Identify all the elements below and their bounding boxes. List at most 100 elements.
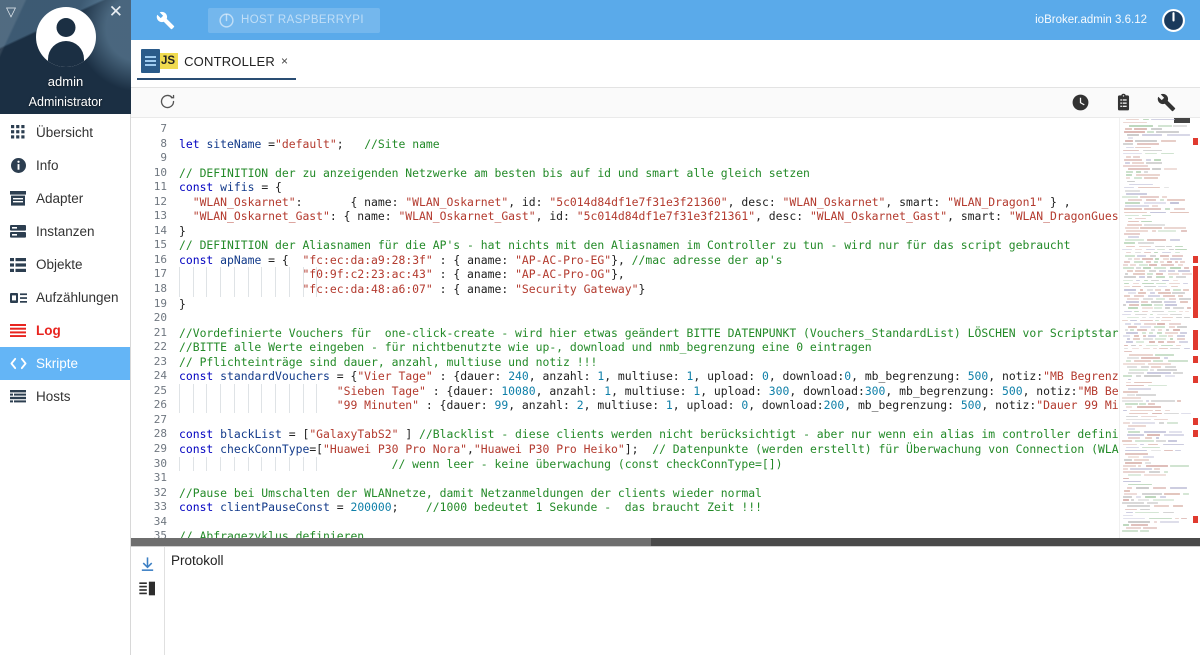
tab-controller[interactable]: JS CONTROLLER × [137, 44, 296, 80]
tab-close-icon[interactable]: × [281, 54, 288, 68]
code-line[interactable]: 15 // DEFINITION der Aliasnamen für die A… [131, 238, 1119, 253]
code-line[interactable]: 32 //Pause bei Umschalten der WLANnetze, … [131, 486, 1119, 501]
code-line[interactable]: 29 const checkConnType=["Huawei P30 Pro N… [131, 442, 1119, 457]
code-text: //BITTE alle Werte eingeben - für nichtb… [179, 340, 872, 355]
code-line[interactable]: 33 const clientPauseConst = 200000; //100… [131, 500, 1119, 515]
sidebar-item-instanzen[interactable]: Instanzen [0, 215, 130, 248]
iobroker-admin-window: ▽ ✕ admin Administrator Übersicht Info Ada… [0, 0, 1200, 655]
code-line[interactable]: 16 const apName = { "fc:ec:da:a9:28:3f" :… [131, 253, 1119, 268]
line-number: 25 [153, 383, 167, 397]
code-line[interactable]: 8 let siteName ="default"; //Site name [131, 137, 1119, 152]
code-line[interactable]: 23 // Pflichteinträge sind dauer, anzahl,… [131, 355, 1119, 370]
scrollbar-thumb[interactable] [131, 538, 651, 546]
user-name: admin [47, 74, 84, 89]
wrench-icon[interactable] [1157, 93, 1176, 112]
code-editor[interactable]: 7 8 let siteName ="default"; //Site name 9 1… [131, 118, 1200, 546]
line-number: 15 [153, 238, 167, 252]
code-line[interactable]: 22 //BITTE alle Werte eingeben - für nich… [131, 340, 1119, 355]
code-line[interactable]: 14} [131, 224, 1119, 239]
top-bar: HOST RASPBERRYPI ioBroker.admin 3.6.12 [131, 0, 1200, 40]
line-number: 33 [153, 500, 167, 514]
code-icon [9, 357, 27, 370]
info-icon [9, 158, 27, 173]
code-line[interactable]: 11 const wifis = { [131, 180, 1119, 195]
log-output[interactable]: Protokoll [165, 547, 1200, 655]
minimap-error-marker[interactable] [1193, 356, 1198, 363]
sidebar-item-label: Objekte [36, 257, 83, 272]
avatar-head [56, 18, 75, 37]
power-icon[interactable] [1161, 8, 1186, 33]
store-icon [9, 191, 27, 206]
code-line[interactable]: 13 "WLAN_Oskarnet_Gast": { name: "WLAN_O… [131, 209, 1119, 224]
code-text: //Pause bei Umschalten der WLANnetze, da… [179, 485, 762, 500]
code-line[interactable]: 20 [131, 311, 1119, 326]
line-number: 21 [153, 325, 167, 339]
code-line[interactable]: 18 "fc:ec:da:48:a6:07" : { aname: "Secur… [131, 282, 1119, 297]
code-line[interactable]: 27 [131, 413, 1119, 428]
code-line[interactable]: 30 // wenn leer - keine überwachung (con… [131, 456, 1119, 472]
triangle-down-icon[interactable]: ▽ [6, 5, 16, 18]
code-line[interactable]: 34 [131, 515, 1119, 530]
sidebar-item-log[interactable]: Log [0, 314, 130, 347]
code-line[interactable]: 28 const blackList = ["GalaxyTabS2" ] //B… [131, 427, 1119, 442]
avatar[interactable] [35, 7, 96, 67]
code-line[interactable]: 26 "99 Minuten" : {dauer: 99, anzahl: 2,… [131, 398, 1119, 413]
minimap-error-marker[interactable] [1193, 376, 1198, 383]
code-line[interactable]: 24 const standardVouchers = {"Vier Tage" … [131, 369, 1119, 384]
line-number: 22 [153, 340, 167, 354]
line-number: 10 [153, 165, 167, 179]
minimap-error-marker[interactable] [1193, 330, 1198, 350]
host-selector[interactable]: HOST RASPBERRYPI [208, 7, 380, 33]
code-text: "Sieben Tage" : {dauer: 10080, anzahl: 1… [336, 383, 1119, 398]
wrench-icon[interactable] [156, 11, 175, 30]
line-number: 13 [153, 209, 167, 223]
code-line[interactable]: 35 // Abfragezyklus definieren [131, 529, 1119, 538]
code-line[interactable]: 10 // DEFINITION der zu anzeigenden Netzw… [131, 166, 1119, 181]
code-lines[interactable]: 7 8 let siteName ="default"; //Site name 9 1… [131, 118, 1119, 538]
line-number: 8 [160, 136, 167, 150]
sidebar-item-adapter[interactable]: Adapter [0, 182, 130, 215]
sidebar-item--bersicht[interactable]: Übersicht [0, 116, 130, 149]
minimap-error-marker[interactable] [1193, 430, 1198, 437]
code-text: } [179, 223, 186, 238]
sidebar-item-label: Aufzählungen [36, 290, 119, 305]
code-line[interactable]: 25 "Sieben Tage" : {dauer: 10080, anzahl… [131, 383, 1119, 399]
minimap-error-marker[interactable] [1193, 256, 1198, 263]
list-icon [9, 257, 27, 272]
editor-minimap[interactable] [1119, 118, 1200, 538]
code-line[interactable]: 12 "WLAN_Oskarnet": { name: "WLAN_Oskarn… [131, 195, 1119, 210]
code-line[interactable]: 9 [131, 151, 1119, 166]
sidebar-item-skripte[interactable]: Skripte [0, 347, 130, 380]
clock-icon[interactable] [1071, 93, 1090, 112]
download-icon[interactable] [139, 555, 156, 574]
clear-list-icon[interactable] [139, 581, 156, 596]
grid-icon [9, 125, 27, 140]
line-number: 14 [153, 223, 167, 237]
code-line[interactable]: 7 [131, 122, 1119, 137]
code-text: } [179, 296, 186, 311]
sidebar-item-info[interactable]: Info [0, 149, 130, 182]
line-number: 17 [153, 267, 167, 281]
line-number: 35 [153, 529, 167, 538]
sidebar-item-label: Skripte [36, 356, 79, 371]
clipboard-icon[interactable] [1114, 93, 1133, 112]
reload-icon[interactable] [159, 93, 176, 110]
sidebar-item-objekte[interactable]: Objekte [0, 248, 130, 281]
code-line[interactable]: 31 [131, 471, 1119, 486]
code-line[interactable]: 17 "f0:9f:c2:23:ac:43" : { aname: "AP-AC… [131, 267, 1119, 283]
horizontal-scrollbar[interactable] [131, 538, 1200, 546]
sidebar-item-hosts[interactable]: Hosts [0, 380, 130, 413]
line-number: 19 [153, 296, 167, 310]
line-number: 34 [153, 514, 167, 528]
code-text: // DEFINITION der zu anzeigenden Netzwer… [179, 165, 810, 180]
minimap-error-marker[interactable] [1193, 418, 1198, 425]
minimap-error-marker[interactable] [1193, 138, 1198, 145]
minimap-error-marker[interactable] [1193, 516, 1198, 523]
code-line[interactable]: 19} [131, 297, 1119, 312]
line-number: 26 [153, 398, 167, 412]
code-line[interactable]: 21 //Vordefinierte Vouchers für one-click… [131, 326, 1119, 341]
minimap-error-marker[interactable] [1193, 306, 1198, 313]
sidebar-item-aufz-hlungen[interactable]: Aufzählungen [0, 281, 130, 314]
lines-icon [9, 324, 27, 337]
close-icon[interactable]: ✕ [109, 3, 123, 20]
